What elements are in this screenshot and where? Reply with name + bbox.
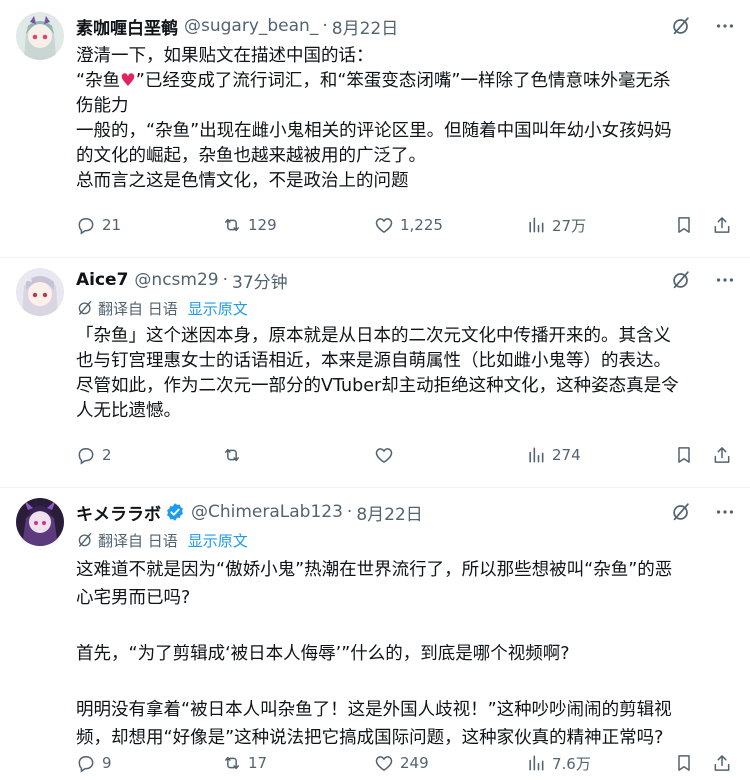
- share-button[interactable]: [712, 215, 738, 235]
- heart-emoji: ♥: [120, 71, 136, 91]
- more-icon[interactable]: [714, 15, 736, 37]
- repost-icon: [222, 753, 248, 773]
- repost-count: 17: [248, 754, 268, 772]
- repost-count: 129: [248, 216, 277, 234]
- show-original-link[interactable]: 显示原文: [188, 298, 248, 319]
- share-icon: [712, 753, 738, 773]
- share-icon: [712, 215, 738, 235]
- bookmark-button[interactable]: [674, 445, 700, 465]
- reply-count: 21: [102, 216, 122, 234]
- avatar[interactable]: [16, 268, 64, 316]
- bookmark-button[interactable]: [674, 215, 700, 235]
- action-bar: 2 274: [76, 440, 736, 470]
- bookmark-icon: [674, 215, 700, 235]
- translation-notice: 翻译自 日语 显示原文: [76, 296, 736, 320]
- views-button[interactable]: 274: [526, 445, 581, 465]
- views-count: 7.6万: [552, 754, 591, 773]
- post-text: 「杂鱼」这个迷因本身，原本就是从日本的二次元文化中传播开来的。其含义 也与钉宫理…: [76, 326, 679, 421]
- reply-icon: [76, 445, 102, 465]
- translate-icon: [76, 531, 94, 549]
- more-icon[interactable]: [714, 501, 736, 523]
- post[interactable]: Aice7 @ncsm29 · 37分钟 翻译自 日语 显示原文 「杂鱼」这个迷…: [0, 258, 750, 488]
- reply-count: 9: [102, 754, 112, 772]
- post-header: Aice7 @ncsm29 · 37分钟: [76, 266, 736, 294]
- user-handle[interactable]: @sugary_bean_: [184, 16, 318, 36]
- translation-label: 翻译自 日语: [98, 299, 178, 318]
- views-button[interactable]: 27万: [526, 215, 586, 236]
- repost-button[interactable]: 17: [222, 753, 267, 773]
- separator-dot: ·: [346, 502, 353, 522]
- reply-button[interactable]: 2: [76, 445, 112, 465]
- more-icon[interactable]: [714, 269, 736, 291]
- reply-icon: [76, 215, 102, 235]
- share-icon: [712, 445, 738, 465]
- post-text-part: ”已经变成了流行词汇，和“笨蛋变态闭嘴”一样除了色情意味外毫无杀 伤能力 一般的…: [76, 71, 672, 191]
- bookmark-icon: [674, 445, 700, 465]
- bookmark-icon: [674, 753, 700, 773]
- timestamp[interactable]: 8月22日: [332, 14, 398, 39]
- grok-icon[interactable]: [670, 269, 692, 291]
- like-button[interactable]: 1,225: [374, 215, 443, 235]
- post[interactable]: 素咖喱白垩鹌 @sugary_bean_ · 8月22日 澄清一下，如果贴文在描…: [0, 0, 750, 258]
- reply-button[interactable]: 9: [76, 753, 112, 773]
- repost-icon: [222, 215, 248, 235]
- like-count: 1,225: [400, 216, 443, 234]
- like-icon: [374, 215, 400, 235]
- views-icon: [526, 753, 552, 773]
- repost-button[interactable]: [222, 445, 248, 465]
- views-icon: [526, 445, 552, 465]
- views-count: 274: [552, 446, 581, 464]
- timestamp[interactable]: 37分钟: [232, 268, 288, 293]
- verified-icon: [165, 502, 185, 522]
- display-name[interactable]: キメララボ: [76, 500, 161, 525]
- action-bar: 9 17 249 7.6万: [76, 748, 736, 778]
- user-handle[interactable]: @ncsm29: [134, 270, 218, 290]
- like-button[interactable]: 249: [374, 753, 429, 773]
- avatar[interactable]: [16, 498, 64, 546]
- grok-icon[interactable]: [670, 15, 692, 37]
- repost-button[interactable]: 129: [222, 215, 277, 235]
- like-count: 249: [400, 754, 429, 772]
- repost-icon: [222, 445, 248, 465]
- avatar[interactable]: [16, 12, 64, 60]
- separator-dot: ·: [222, 270, 228, 290]
- views-count: 27万: [552, 216, 587, 235]
- like-button[interactable]: [374, 445, 400, 465]
- post-text: 澄清一下，如果贴文在描述中国的话： “杂鱼♥”已经变成了流行词汇，和“笨蛋变态闭…: [76, 44, 736, 194]
- show-original-link[interactable]: 显示原文: [188, 530, 248, 551]
- views-icon: [526, 215, 552, 235]
- share-button[interactable]: [712, 753, 738, 773]
- reply-count: 2: [102, 446, 112, 464]
- display-name[interactable]: Aice7: [76, 270, 128, 290]
- translation-notice: 翻译自 日语 显示原文: [76, 528, 736, 552]
- post-header: 素咖喱白垩鹌 @sugary_bean_ · 8月22日: [76, 12, 736, 40]
- timestamp[interactable]: 8月22日: [356, 500, 422, 525]
- translation-label: 翻译自 日语: [98, 531, 178, 550]
- post-header: キメララボ @ChimeraLab123 · 8月22日: [76, 498, 736, 526]
- user-handle[interactable]: @ChimeraLab123: [191, 502, 343, 522]
- like-icon: [374, 753, 400, 773]
- post-text: 这难道不就是因为“傲娇小鬼”热潮在世界流行了，所以那些想被叫“杂鱼”的恶 心宅男…: [76, 560, 673, 748]
- share-button[interactable]: [712, 445, 738, 465]
- like-icon: [374, 445, 400, 465]
- display-name[interactable]: 素咖喱白垩鹌: [76, 14, 178, 39]
- views-button[interactable]: 7.6万: [526, 753, 591, 774]
- reply-icon: [76, 753, 102, 773]
- post-feed: 素咖喱白垩鹌 @sugary_bean_ · 8月22日 澄清一下，如果贴文在描…: [0, 0, 750, 780]
- post[interactable]: キメララボ @ChimeraLab123 · 8月22日 翻译自 日语 显示原文…: [0, 488, 750, 780]
- reply-button[interactable]: 21: [76, 215, 121, 235]
- bookmark-button[interactable]: [674, 753, 700, 773]
- grok-icon[interactable]: [670, 501, 692, 523]
- translate-icon: [76, 299, 94, 317]
- action-bar: 21 129 1,225 27万: [76, 210, 736, 240]
- separator-dot: ·: [322, 16, 328, 36]
